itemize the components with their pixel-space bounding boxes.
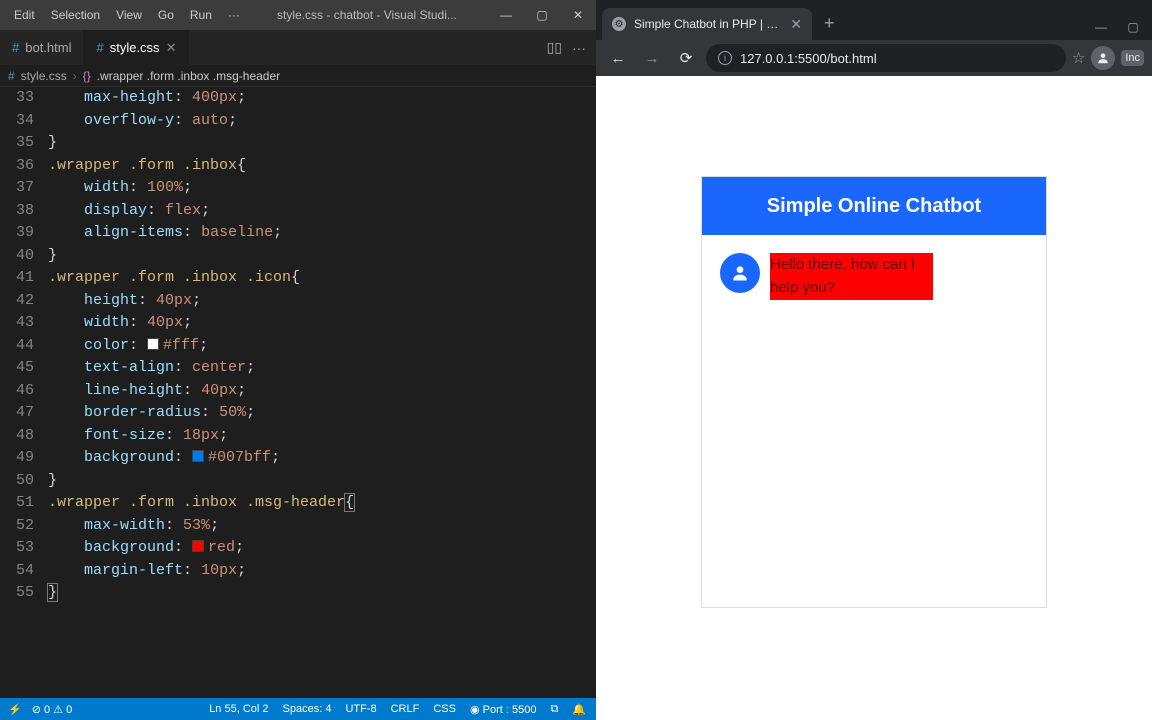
code-area[interactable]: max-height: 400px; overflow-y: auto;}.wr… — [48, 87, 596, 698]
vscode-editor-tabs: # bot.html # style.css ✕ ▯▯ ··· — [0, 30, 596, 65]
tab-close-icon[interactable]: ✕ — [790, 16, 802, 33]
vscode-window-title: style.css - chatbot - Visual Studi... — [246, 8, 488, 22]
remote-indicator[interactable]: ⚡ — [8, 703, 22, 716]
file-icon: # — [96, 40, 103, 55]
maximize-button[interactable]: ▢ — [524, 0, 560, 30]
status-item-7[interactable]: 🔔 — [572, 703, 586, 716]
status-item-6[interactable]: ⧉ — [550, 703, 558, 716]
code-line[interactable]: width: 40px; — [48, 312, 596, 335]
code-line[interactable]: } — [48, 132, 596, 155]
code-line[interactable]: .wrapper .form .inbox{ — [48, 155, 596, 178]
minimize-button[interactable]: — — [488, 0, 524, 30]
status-item-4[interactable]: CSS — [433, 703, 456, 716]
chevron-right-icon: › — [73, 69, 77, 83]
code-line[interactable]: } — [48, 245, 596, 268]
page-viewport: Simple Online Chatbot Hello there, how c… — [596, 76, 1152, 720]
chatbot-body: Hello there, how can I help you? — [702, 235, 1046, 607]
chat-inbox-row: Hello there, how can I help you? — [720, 253, 1028, 300]
split-editor-icon[interactable]: ▯▯ — [547, 39, 562, 56]
back-button[interactable]: ← — [604, 44, 632, 72]
menu-edit[interactable]: Edit — [8, 6, 41, 24]
chrome-window-controls: — ▢ — [1086, 20, 1152, 40]
editor-tab-style-css[interactable]: # style.css ✕ — [84, 30, 189, 65]
minimize-button[interactable]: — — [1086, 20, 1116, 34]
breadcrumb-file[interactable]: style.css — [21, 69, 67, 83]
reload-button[interactable]: ⟳ — [672, 44, 700, 72]
profile-avatar-icon[interactable] — [1091, 46, 1115, 70]
code-line[interactable]: } — [48, 470, 596, 493]
site-info-icon[interactable]: i — [718, 51, 732, 65]
address-bar[interactable]: i 127.0.0.1:5500/bot.html — [706, 44, 1066, 72]
bot-message: Hello there, how can I help you? — [770, 253, 933, 300]
new-tab-button[interactable]: + — [812, 13, 847, 40]
vscode-titlebar: EditSelectionViewGoRun··· style.css - ch… — [0, 0, 596, 30]
braces-icon: {} — [83, 69, 91, 83]
editor-tab-bot-html[interactable]: # bot.html — [0, 30, 84, 65]
tab-label: style.css — [110, 40, 160, 55]
code-line[interactable]: border-radius: 50%; — [48, 402, 596, 425]
code-line[interactable]: max-width: 53%; — [48, 515, 596, 538]
url-text: 127.0.0.1:5500/bot.html — [740, 51, 877, 66]
vscode-editor[interactable]: 3334353637383940414243444546474849505152… — [0, 87, 596, 698]
menu-run[interactable]: Run — [184, 6, 218, 24]
close-button[interactable]: ✕ — [560, 0, 596, 30]
status-item-2[interactable]: UTF-8 — [345, 703, 376, 716]
status-item-5[interactable]: ◉ Port : 5500 — [470, 703, 536, 716]
status-item-0[interactable]: Ln 55, Col 2 — [209, 703, 268, 716]
chrome-tabstrip: ⚙ Simple Chatbot in PHP | CodingN ✕ + — … — [596, 0, 1152, 40]
favicon-icon: ⚙ — [612, 17, 626, 31]
code-line[interactable]: .wrapper .form .inbox .msg-header{ — [48, 492, 596, 515]
incognito-badge: Inc — [1121, 50, 1144, 66]
vscode-statusbar: ⚡ ⊘ 0 ⚠ 0 Ln 55, Col 2 Spaces: 4 UTF-8 CRLF… — [0, 698, 596, 720]
code-line[interactable]: max-height: 400px; — [48, 87, 596, 110]
chatbot-header: Simple Online Chatbot — [702, 177, 1046, 235]
code-line[interactable]: .wrapper .form .inbox .icon{ — [48, 267, 596, 290]
code-line[interactable]: line-height: 40px; — [48, 380, 596, 403]
forward-button[interactable]: → — [638, 44, 666, 72]
bookmark-star-icon[interactable]: ☆ — [1072, 49, 1085, 67]
code-line[interactable]: font-size: 18px; — [48, 425, 596, 448]
maximize-button[interactable]: ▢ — [1118, 20, 1148, 34]
chrome-toolbar: ← → ⟳ i 127.0.0.1:5500/bot.html ☆ Inc — [596, 40, 1152, 76]
vscode-window-controls: — ▢ ✕ — [488, 0, 596, 30]
tab-label: bot.html — [25, 40, 71, 55]
chatbot-wrapper: Simple Online Chatbot Hello there, how c… — [701, 176, 1047, 608]
code-line[interactable]: height: 40px; — [48, 290, 596, 313]
tab-title: Simple Chatbot in PHP | CodingN — [634, 17, 782, 31]
tab-close-icon[interactable]: ✕ — [166, 40, 177, 56]
code-line[interactable]: display: flex; — [48, 200, 596, 223]
status-item-1[interactable]: Spaces: 4 — [283, 703, 332, 716]
vscode-menubar: EditSelectionViewGoRun··· — [0, 6, 246, 24]
menu-selection[interactable]: Selection — [45, 6, 106, 24]
code-line[interactable]: text-align: center; — [48, 357, 596, 380]
chrome-window: ⚙ Simple Chatbot in PHP | CodingN ✕ + — … — [596, 0, 1152, 720]
line-number-gutter: 3334353637383940414243444546474849505152… — [0, 87, 48, 698]
menu-go[interactable]: Go — [152, 6, 180, 24]
menu-···[interactable]: ··· — [222, 6, 246, 24]
vscode-breadcrumbs[interactable]: # style.css › {} .wrapper .form .inbox .… — [0, 65, 596, 87]
code-line[interactable]: overflow-y: auto; — [48, 110, 596, 133]
browser-tab[interactable]: ⚙ Simple Chatbot in PHP | CodingN ✕ — [602, 8, 812, 40]
code-line[interactable]: width: 100%; — [48, 177, 596, 200]
problems-status[interactable]: ⊘ 0 ⚠ 0 — [32, 703, 72, 716]
code-line[interactable]: color: #fff; — [48, 335, 596, 358]
css-file-icon: # — [8, 69, 15, 83]
breadcrumb-selector[interactable]: .wrapper .form .inbox .msg-header — [97, 69, 280, 83]
bot-avatar-icon — [720, 253, 760, 293]
code-line[interactable]: margin-left: 10px; — [48, 560, 596, 583]
status-item-3[interactable]: CRLF — [391, 703, 420, 716]
menu-view[interactable]: View — [110, 6, 148, 24]
code-line[interactable]: background: #007bff; — [48, 447, 596, 470]
file-icon: # — [12, 40, 19, 55]
code-line[interactable]: align-items: baseline; — [48, 222, 596, 245]
more-actions-icon[interactable]: ··· — [572, 40, 586, 56]
code-line[interactable]: } — [48, 582, 596, 605]
vscode-window: EditSelectionViewGoRun··· style.css - ch… — [0, 0, 596, 720]
code-line[interactable]: background: red; — [48, 537, 596, 560]
